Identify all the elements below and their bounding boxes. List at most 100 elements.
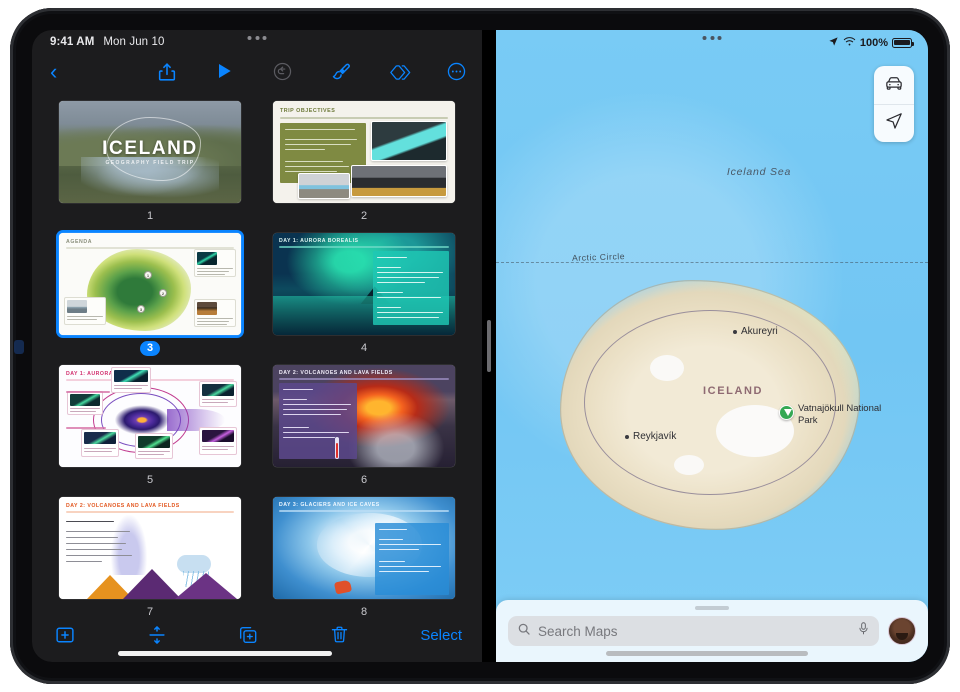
slide-thumbnail-wrapper[interactable]: AGENDA 1 2 3: [56, 230, 244, 338]
ellipsis-icon: [255, 36, 259, 40]
slide-6-title: DAY 2: VOLCANOES AND LAVA FIELDS: [279, 370, 393, 376]
slide-number: 2: [360, 210, 368, 222]
slide-1-art: ICELAND GEOGRAPHY FIELD TRIP: [59, 101, 241, 203]
delete-slide-button[interactable]: [329, 624, 351, 646]
slide-cell[interactable]: TRIP OBJECTIVES 2: [262, 98, 466, 224]
slide-6-art: DAY 2: VOLCANOES AND LAVA FIELDS: [273, 365, 455, 467]
maps-app: 100% Arctic Circle Iceland Sea ICELAND A…: [496, 30, 928, 662]
slide-3-art: AGENDA 1 2 3: [59, 233, 241, 335]
slide-navigator[interactable]: ICELAND GEOGRAPHY FIELD TRIP 1 TRIP OBJE…: [32, 92, 482, 616]
slide-thumbnail-wrapper[interactable]: DAY 2: VOLCANOES AND LAVA FIELDS: [56, 494, 244, 602]
slide-number: 4: [360, 342, 368, 354]
slide-thumbnail-5[interactable]: DAY 1: AURORA BOREALIS: [59, 365, 241, 467]
slide-cell-selected[interactable]: AGENDA 1 2 3 3: [48, 230, 252, 356]
slide-cell[interactable]: DAY 1: AURORA BOREALIS: [262, 230, 466, 356]
slide-grid: ICELAND GEOGRAPHY FIELD TRIP 1 TRIP OBJE…: [32, 92, 482, 616]
slide-thumbnail-wrapper[interactable]: DAY 1: AURORA BOREALIS: [56, 362, 244, 470]
keynote-toolbar-icons: [156, 52, 468, 92]
share-icon[interactable]: [156, 61, 178, 83]
slide-thumbnail-wrapper[interactable]: DAY 3: GLACIERS AND ICE CAVES: [270, 494, 458, 602]
user-avatar[interactable]: [888, 617, 916, 645]
slide-4-art: DAY 1: AURORA BOREALIS: [273, 233, 455, 335]
duplicate-slide-button[interactable]: [237, 624, 259, 646]
slide-thumbnail-4[interactable]: DAY 1: AURORA BOREALIS: [273, 233, 455, 335]
ellipsis-icon: [710, 36, 714, 40]
ellipsis-icon: [702, 36, 707, 40]
slide-cell[interactable]: DAY 1: AURORA BOREALIS: [48, 362, 252, 488]
divider-grabber[interactable]: [487, 320, 491, 372]
screen: 9:41 AM Mon Jun 10 ‹ ICELAND GEOGRAPHY F…: [32, 30, 928, 662]
keynote-toolbar: ‹: [32, 52, 482, 92]
select-button[interactable]: Select: [420, 627, 462, 644]
slide-7-title: DAY 2: VOLCANOES AND LAVA FIELDS: [66, 503, 180, 509]
undo-icon[interactable]: [272, 61, 294, 83]
status-time: 9:41 AM: [50, 36, 95, 48]
slide-8-schedule: [375, 523, 449, 595]
home-indicator-right: [606, 651, 808, 656]
slide-thumbnail-6[interactable]: DAY 2: VOLCANOES AND LAVA FIELDS: [273, 365, 455, 467]
multitasking-control[interactable]: [247, 36, 267, 40]
maps-status-bar: 100%: [496, 30, 928, 52]
park-label: Vatnajökull National Park: [798, 403, 882, 426]
play-icon[interactable]: [214, 61, 236, 83]
skip-slide-button[interactable]: [146, 624, 168, 646]
slide-cell[interactable]: DAY 3: GLACIERS AND ICE CAVES 8: [262, 494, 466, 616]
arctic-circle-label: Arctic Circle: [571, 251, 626, 263]
wifi-icon: [843, 36, 856, 50]
slide-3-title: AGENDA: [66, 239, 93, 245]
slide-6-schedule: [279, 383, 357, 459]
slide-7-art: DAY 2: VOLCANOES AND LAVA FIELDS: [59, 497, 241, 599]
map-controls: [874, 66, 914, 142]
slide-cell[interactable]: DAY 2: VOLCANOES AND LAVA FIELDS: [48, 494, 252, 616]
split-view-divider[interactable]: [482, 30, 496, 662]
battery-full-icon: [892, 37, 914, 48]
slide-8-art: DAY 3: GLACIERS AND ICE CAVES: [273, 497, 455, 599]
slide-number: 6: [360, 474, 368, 486]
status-bar-left: 9:41 AM Mon Jun 10: [50, 36, 164, 48]
slide-thumbnail-wrapper[interactable]: TRIP OBJECTIVES: [270, 98, 458, 206]
slide-4-schedule: [373, 251, 449, 325]
search-icon: [517, 622, 531, 641]
slide-thumbnail-7[interactable]: DAY 2: VOLCANOES AND LAVA FIELDS: [59, 497, 241, 599]
slide-thumbnail-1[interactable]: ICELAND GEOGRAPHY FIELD TRIP: [59, 101, 241, 203]
sheet-grabber[interactable]: [695, 606, 729, 610]
paintbrush-icon[interactable]: [330, 61, 352, 83]
slide-number: 3: [139, 341, 161, 356]
search-placeholder: Search Maps: [538, 623, 618, 639]
slide-8-title: DAY 3: GLACIERS AND ICE CAVES: [279, 502, 380, 508]
slide-thumbnail-wrapper[interactable]: DAY 1: AURORA BOREALIS: [270, 230, 458, 338]
slide-1-title: ICELAND: [102, 137, 198, 159]
ellipsis-icon: [262, 36, 267, 40]
slide-thumbnail-wrapper[interactable]: ICELAND GEOGRAPHY FIELD TRIP: [56, 98, 244, 206]
park-pin-icon[interactable]: [779, 405, 794, 420]
ellipsis-icon: [247, 36, 252, 40]
edge-indicator: [14, 340, 24, 354]
slide-thumbnail-2[interactable]: TRIP OBJECTIVES: [273, 101, 455, 203]
status-bar-right: 100%: [828, 36, 914, 50]
back-button[interactable]: ‹: [50, 61, 57, 83]
search-row: Search Maps: [508, 616, 916, 646]
slide-cell[interactable]: DAY 2: VOLCANOES AND LAVA FIELDS: [262, 362, 466, 488]
ellipsis-circle-icon[interactable]: [446, 61, 468, 83]
search-input[interactable]: Search Maps: [508, 616, 879, 646]
slide-2-art: TRIP OBJECTIVES: [273, 101, 455, 203]
country-label: ICELAND: [703, 385, 764, 397]
location-arrow-icon: [884, 111, 904, 136]
sea-label: Iceland Sea: [726, 166, 792, 178]
multitasking-control[interactable]: [702, 36, 722, 40]
animate-icon[interactable]: [388, 61, 411, 83]
microphone-icon[interactable]: [857, 621, 870, 641]
slide-thumbnail-8[interactable]: DAY 3: GLACIERS AND ICE CAVES: [273, 497, 455, 599]
slide-thumbnail-wrapper[interactable]: DAY 2: VOLCANOES AND LAVA FIELDS: [270, 362, 458, 470]
tracking-button[interactable]: [874, 104, 914, 142]
slide-thumbnail-3[interactable]: AGENDA 1 2 3: [59, 233, 241, 335]
slide-number: 1: [146, 210, 154, 222]
location-arrow-icon: [828, 36, 839, 50]
slide-number: 5: [146, 474, 154, 486]
battery-percent: 100%: [859, 36, 888, 49]
slide-cell[interactable]: ICELAND GEOGRAPHY FIELD TRIP 1: [48, 98, 252, 224]
city-label-reykjavik: Reykjavík: [625, 431, 676, 442]
add-slide-button[interactable]: [54, 624, 76, 646]
directions-button[interactable]: [874, 66, 914, 104]
slide-1-subtitle: GEOGRAPHY FIELD TRIP: [105, 160, 195, 167]
